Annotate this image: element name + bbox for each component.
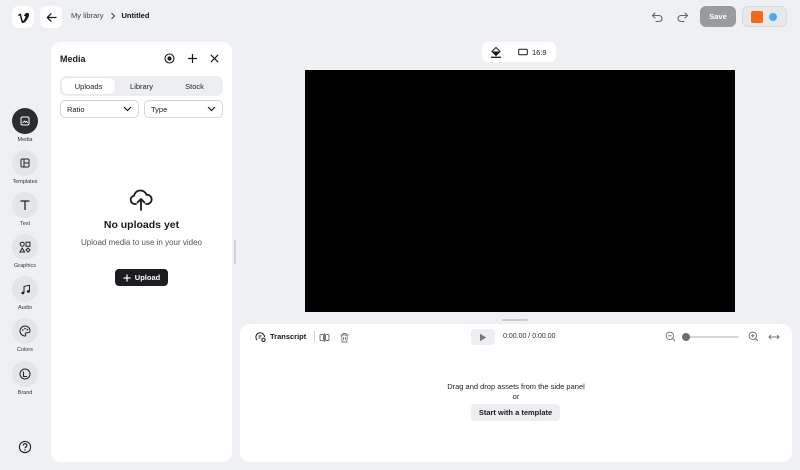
rail-item-text[interactable]: Text xyxy=(8,192,42,227)
integrations-button[interactable] xyxy=(742,6,787,27)
toolbar-divider xyxy=(314,331,315,343)
breadcrumb: My library Untitled xyxy=(71,11,149,20)
start-with-template-button[interactable]: Start with a template xyxy=(471,404,560,421)
tab-library[interactable]: Library xyxy=(115,78,168,94)
type-select[interactable]: Type xyxy=(144,100,223,118)
canvas-toolbar: 16:9 xyxy=(482,42,556,62)
chevron-down-icon xyxy=(207,106,216,112)
add-media-button[interactable] xyxy=(187,53,198,64)
fit-timeline-button[interactable] xyxy=(768,332,780,342)
transcript-icon xyxy=(255,332,266,342)
record-icon xyxy=(164,53,175,64)
zoom-in-button[interactable] xyxy=(748,331,759,342)
palette-icon xyxy=(19,325,31,337)
text-icon xyxy=(20,200,30,210)
time-display: 0:00.00 / 0:00.00 xyxy=(503,333,556,340)
rail-item-label: Colors xyxy=(17,347,33,353)
undo-icon xyxy=(651,12,663,23)
rail-item-label: Brand xyxy=(17,390,33,396)
type-select-value: Type xyxy=(151,104,168,114)
zoom-in-icon xyxy=(748,331,759,342)
project-title[interactable]: Untitled xyxy=(122,11,150,20)
graphics-icon xyxy=(19,241,31,253)
help-button[interactable] xyxy=(18,440,32,454)
redo-icon xyxy=(677,12,689,23)
plus-icon xyxy=(123,274,131,281)
rail-item-media[interactable]: Media xyxy=(8,108,42,143)
video-canvas[interactable] xyxy=(305,70,735,312)
breadcrumb-library-link[interactable]: My library xyxy=(71,11,104,20)
back-button[interactable] xyxy=(40,6,62,28)
zoom-out-button[interactable] xyxy=(665,331,676,342)
drop-instructions: Drag and drop assets from the side panel xyxy=(447,382,585,391)
aspect-ratio-icon xyxy=(518,48,528,56)
rail-item-graphics[interactable]: Graphics xyxy=(8,234,42,269)
trash-icon xyxy=(340,333,349,343)
aspect-ratio-button[interactable]: 16:9 xyxy=(518,48,547,57)
redo-button[interactable] xyxy=(676,10,689,23)
paint-bucket-icon xyxy=(491,46,501,58)
arrow-left-icon xyxy=(46,12,57,22)
vimeo-logo[interactable] xyxy=(12,6,34,28)
empty-state-title: No uploads yet xyxy=(103,219,180,231)
timeline-resize-handle[interactable] xyxy=(502,319,528,321)
ratio-select-value: Ratio xyxy=(67,104,85,114)
rail-item-label: Templates xyxy=(12,179,38,185)
aspect-ratio-label: 16:9 xyxy=(532,47,547,57)
rail-item-label: Text xyxy=(19,221,31,227)
rail-item-label: Media xyxy=(17,137,33,143)
app-logo-icon xyxy=(766,10,779,23)
split-clip-button[interactable] xyxy=(319,332,330,343)
zoom-out-icon xyxy=(665,331,676,342)
transcript-label: Transcript xyxy=(270,332,307,341)
media-icon xyxy=(20,116,30,126)
chevron-down-icon xyxy=(123,106,132,112)
help-icon xyxy=(18,440,32,454)
close-icon xyxy=(210,54,219,63)
play-icon xyxy=(480,333,487,341)
rail-item-templates[interactable]: Templates xyxy=(8,150,42,185)
save-button[interactable]: Save xyxy=(700,6,736,27)
ratio-select[interactable]: Ratio xyxy=(60,100,139,118)
chevron-right-icon xyxy=(110,12,115,19)
panel-resize-handle[interactable] xyxy=(234,240,236,264)
brand-icon xyxy=(19,368,31,380)
delete-clip-button[interactable] xyxy=(339,332,350,343)
panel-title: Media xyxy=(60,54,86,64)
expand-horizontal-icon xyxy=(768,334,780,340)
tab-uploads[interactable]: Uploads xyxy=(62,78,115,94)
music-note-icon xyxy=(20,284,30,294)
empty-state-subtitle: Upload media to use in your video xyxy=(81,238,202,247)
rail-item-brand[interactable]: Brand xyxy=(8,361,42,396)
zoom-slider-handle[interactable] xyxy=(682,333,690,341)
close-panel-button[interactable] xyxy=(209,53,220,64)
rail-item-audio[interactable]: Audio xyxy=(8,276,42,311)
timeline-empty-state: Drag and drop assets from the side panel… xyxy=(240,382,792,402)
undo-button[interactable] xyxy=(651,10,664,23)
transcript-button[interactable]: Transcript xyxy=(255,331,306,342)
record-button[interactable] xyxy=(164,53,175,64)
or-separator: or xyxy=(512,392,520,401)
tab-stock[interactable]: Stock xyxy=(168,78,221,94)
rail-item-colors[interactable]: Colors xyxy=(8,318,42,353)
app-logo-icon xyxy=(750,10,763,23)
plus-icon xyxy=(188,54,197,63)
media-tabs: Uploads Library Stock xyxy=(60,76,223,96)
upload-button[interactable]: Upload xyxy=(115,269,168,286)
zoom-slider-track[interactable] xyxy=(684,336,739,338)
cloud-upload-icon xyxy=(129,189,153,211)
upload-button-label: Upload xyxy=(134,273,161,282)
split-icon xyxy=(319,333,330,342)
templates-icon xyxy=(20,158,30,168)
play-button[interactable] xyxy=(471,329,495,345)
background-color-button[interactable] xyxy=(490,46,502,58)
rail-item-label: Audio xyxy=(17,305,33,311)
rail-item-label: Graphics xyxy=(13,263,36,269)
